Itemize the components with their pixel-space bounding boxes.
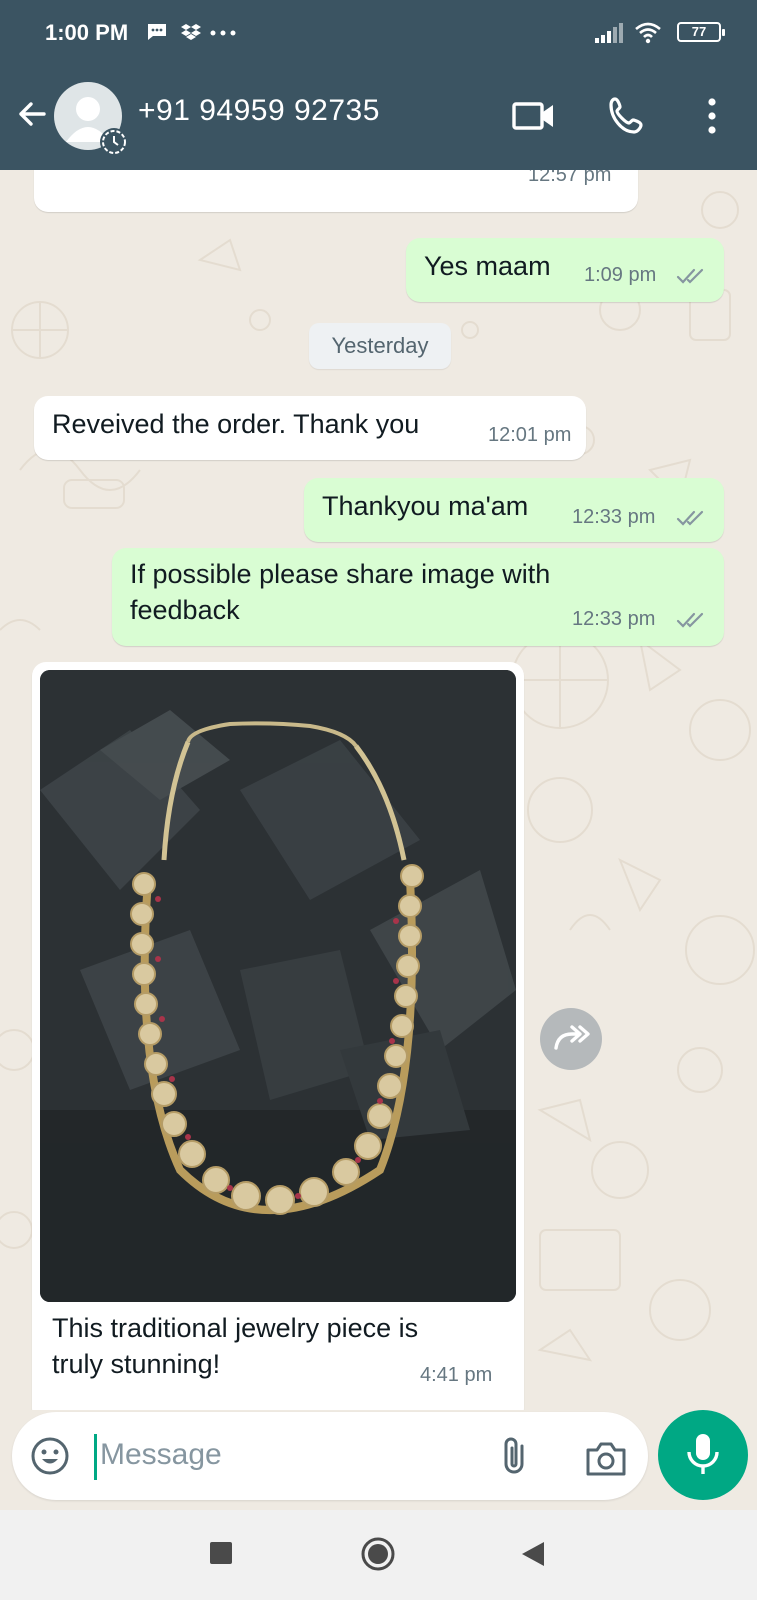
message-input-container[interactable]: Message — [12, 1412, 648, 1500]
recents-icon[interactable] — [208, 1540, 234, 1566]
clock-icon — [102, 130, 126, 154]
date-separator: Yesterday — [309, 323, 451, 369]
status-time: 1:00 PM — [45, 20, 129, 45]
read-receipt-icon — [676, 268, 704, 284]
video-call-icon[interactable] — [512, 94, 556, 138]
message-time: 1:09 pm — [584, 264, 657, 286]
read-receipt-icon — [676, 510, 704, 526]
status-bar: 1:00 PM 77 — [0, 0, 757, 64]
voice-call-icon[interactable] — [606, 94, 650, 138]
overflow-menu-icon[interactable] — [690, 94, 734, 138]
mic-icon — [687, 1434, 719, 1474]
system-navigation-bar — [0, 1510, 757, 1600]
text-cursor — [94, 1434, 97, 1480]
dropbox-icon — [181, 24, 201, 40]
home-icon[interactable] — [360, 1536, 396, 1572]
read-receipt-icon — [676, 612, 704, 628]
message-time: 4:41 pm — [420, 1364, 493, 1386]
message-time: 12:33 pm — [572, 506, 656, 528]
forward-icon — [554, 1025, 590, 1050]
necklace-image — [40, 670, 516, 1302]
attach-icon[interactable] — [494, 1434, 534, 1478]
message-incoming[interactable]: Reveived the order. Thank you 12:01 pm — [34, 396, 586, 460]
forward-button[interactable] — [540, 1008, 602, 1070]
message-incoming-image[interactable]: This traditional jewelry piece is truly … — [32, 662, 524, 1410]
emoji-icon[interactable] — [30, 1436, 70, 1476]
message-text-line1: If possible please share image with — [130, 559, 551, 589]
battery-icon: 77 — [677, 22, 725, 42]
message-icon — [148, 24, 166, 40]
message-text: Reveived the order. Thank you — [52, 409, 420, 439]
message-time: 12:01 pm — [488, 424, 572, 446]
wifi-icon — [635, 22, 661, 44]
message-outgoing[interactable]: If possible please share image with feed… — [112, 548, 724, 646]
image-caption-line1: This traditional jewelry piece is — [52, 1313, 419, 1343]
back-arrow-icon[interactable] — [12, 94, 52, 134]
message-outgoing[interactable]: Thankyou ma'am 12:33 pm — [304, 478, 724, 542]
message-outgoing[interactable]: Yes maam 1:09 pm — [406, 238, 724, 302]
message-incoming[interactable]: 12:57 pm — [34, 170, 638, 212]
image-caption-line2: truly stunning! — [52, 1349, 221, 1379]
contact-name[interactable]: +91 94959 92735 — [138, 94, 380, 128]
back-nav-icon[interactable] — [520, 1540, 546, 1568]
status-badge — [100, 128, 128, 156]
message-time: 12:57 pm — [528, 170, 612, 186]
message-input[interactable]: Message — [100, 1438, 222, 1472]
message-text: Thankyou ma'am — [322, 491, 529, 521]
message-text: Yes maam — [424, 251, 551, 281]
camera-icon[interactable] — [584, 1438, 628, 1478]
signal-icon — [595, 23, 623, 43]
composer-bar: Message — [0, 1410, 757, 1510]
necklace-photo[interactable] — [40, 670, 516, 1302]
chat-header: +91 94959 92735 — [0, 64, 757, 170]
more-dots-icon — [210, 30, 236, 36]
message-time: 12:33 pm — [572, 608, 656, 630]
chat-area[interactable]: 12:57 pm Yes maam 1:09 pm Yesterday Reve… — [0, 170, 757, 1410]
voice-message-button[interactable] — [658, 1410, 748, 1500]
message-text-line2: feedback — [130, 595, 240, 625]
